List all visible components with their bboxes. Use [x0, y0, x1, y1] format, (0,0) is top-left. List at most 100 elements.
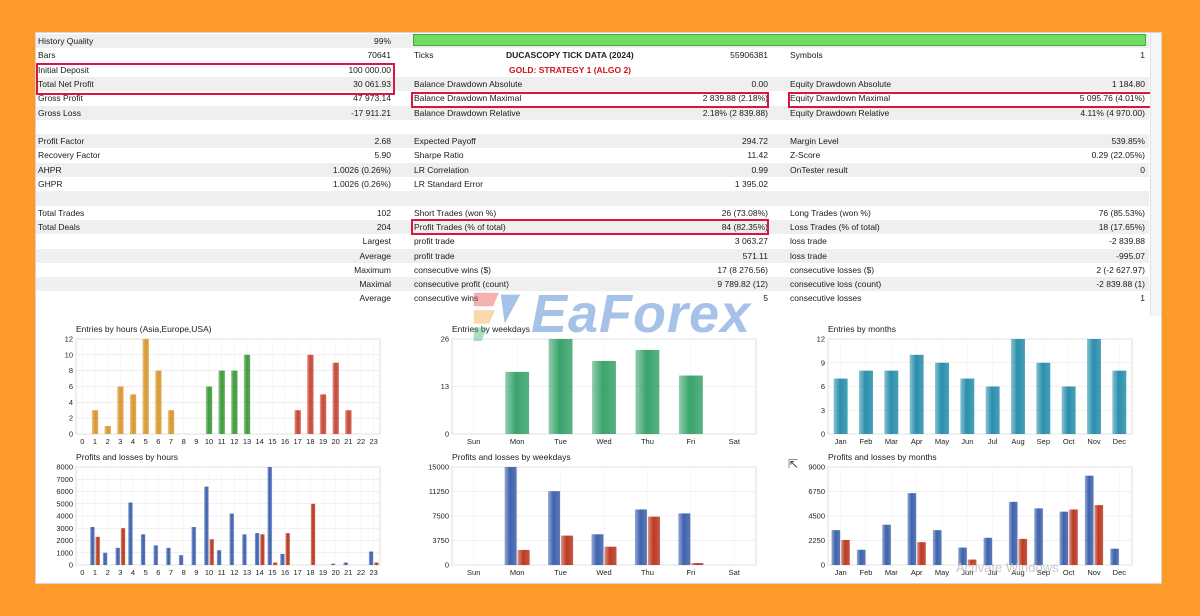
- x-tick-label: Aug: [1011, 437, 1024, 446]
- x-tick-label: 17: [293, 437, 301, 446]
- data-bar: [254, 533, 260, 565]
- chart-title: Entries by weekdays: [452, 324, 530, 334]
- x-tick-label: Sun: [467, 437, 480, 446]
- data-bar: [678, 513, 691, 565]
- y-tick-label: 0: [445, 430, 449, 439]
- stat-value: 0.29 (22.05%): [1091, 150, 1145, 161]
- data-bar: [548, 339, 573, 434]
- stats-row: Gross Profit 47 973.14 Balance Drawdown Ma…: [36, 91, 1149, 105]
- stats-row: Maximal consecutive profit (count) 9 789.8…: [36, 277, 1149, 292]
- data-bar: [120, 528, 126, 565]
- stat-value: 5: [763, 293, 768, 304]
- stat-value: 0: [1140, 164, 1145, 175]
- stats-row: GHPR 1.0026 (0.26%) LR Standard Error 1 395…: [36, 177, 1149, 191]
- activation-watermark: Activate Windows: [956, 560, 1059, 575]
- y-tick-label: 0: [821, 561, 825, 570]
- x-tick-label: May: [935, 437, 949, 446]
- data-bar: [343, 562, 348, 565]
- y-tick-label: 9000: [808, 463, 825, 472]
- y-tick-label: 3: [821, 406, 825, 415]
- x-tick-label: 4: [131, 437, 135, 446]
- data-bar: [960, 378, 975, 434]
- stat-value: 539.85%: [1111, 136, 1145, 147]
- data-bar: [218, 370, 225, 434]
- stats-row: Average profit trade 571.11 loss trade -995.…: [36, 248, 1149, 263]
- data-bar: [1112, 370, 1127, 434]
- x-tick-label: 15: [268, 568, 276, 577]
- x-tick-label: Apr: [911, 568, 923, 577]
- x-tick-label: Mon: [510, 437, 525, 446]
- stat-value: 2.18% (2 839.88): [702, 107, 768, 118]
- stat-label: Maximum: [354, 264, 391, 275]
- data-bar: [191, 527, 196, 565]
- mouse-cursor-icon: ⇱: [788, 457, 799, 471]
- x-tick-label: Thu: [641, 437, 654, 446]
- data-bar: [280, 553, 285, 565]
- x-tick-label: 23: [369, 568, 377, 577]
- data-bar: [1034, 508, 1043, 565]
- x-tick-label: Nov: [1087, 568, 1101, 577]
- data-bar: [153, 545, 158, 565]
- x-tick-label: 22: [357, 568, 365, 577]
- stat-value: 76 (85.53%): [1098, 207, 1145, 218]
- x-tick-label: Wed: [596, 437, 611, 446]
- y-tick-label: 12: [817, 335, 825, 344]
- x-tick-label: Sat: [729, 437, 741, 446]
- y-tick-label: 15000: [428, 463, 449, 472]
- stat-value: 1: [1140, 293, 1145, 304]
- stat-value: 0.00: [751, 78, 768, 89]
- data-bar: [209, 539, 214, 565]
- data-bar: [517, 549, 530, 565]
- stat-value: 70641: [367, 50, 391, 61]
- x-tick-label: Mar: [885, 568, 898, 577]
- x-tick-label: 17: [293, 568, 301, 577]
- x-tick-label: Tue: [554, 437, 567, 446]
- stats-row: Total Net Profit 30 061.93 Balance Drawdow…: [36, 76, 1149, 92]
- x-tick-label: 10: [205, 568, 213, 577]
- data-bar: [368, 551, 374, 565]
- stats-row: AHPR 1.0026 (0.26%) LR Correlation 0.99 OnTe…: [36, 162, 1149, 177]
- y-tick-label: 3750: [432, 536, 449, 545]
- data-bar: [216, 550, 222, 565]
- data-bar: [591, 534, 604, 565]
- stat-value: 4.11% (4 970.00): [1080, 107, 1145, 118]
- stat-label: Average: [359, 250, 391, 261]
- data-bar: [592, 360, 616, 434]
- y-tick-label: 11250: [429, 487, 449, 496]
- data-bar: [102, 552, 108, 565]
- data-bar: [104, 426, 111, 434]
- stat-value: 2.68: [374, 136, 391, 147]
- x-tick-label: 0: [80, 568, 84, 577]
- x-tick-label: 6: [156, 568, 160, 577]
- data-bar: [140, 534, 146, 565]
- vertical-scrollbar[interactable]: [1150, 33, 1161, 316]
- data-bar: [142, 339, 149, 434]
- stat-value: 1: [1140, 50, 1145, 61]
- data-bar: [242, 534, 247, 565]
- data-bar: [678, 375, 703, 434]
- data-bar: [166, 547, 171, 565]
- stat-value: 3 063.27: [734, 236, 768, 247]
- x-tick-label: 4: [131, 568, 135, 577]
- y-tick-label: 4: [69, 398, 73, 407]
- data-bar: [231, 370, 238, 434]
- chart-entries-by-months: Entries by months 0 3 6 9 12 Jan Feb Mar Apr May Ju…: [798, 323, 1138, 448]
- data-bar: [548, 491, 561, 565]
- y-tick-label: 4500: [808, 512, 825, 521]
- x-tick-label: 20: [331, 437, 339, 446]
- chart-title: Profits and losses by hours: [76, 452, 178, 462]
- y-tick-label: 0: [69, 430, 73, 439]
- data-bar: [205, 386, 213, 434]
- y-tick-label: 6750: [808, 487, 825, 496]
- data-bar: [90, 527, 95, 565]
- y-tick-label: 0: [69, 561, 73, 570]
- x-tick-label: Thu: [641, 568, 654, 577]
- x-tick-label: 7: [169, 437, 173, 446]
- stat-value: 9 789.82 (12): [717, 279, 768, 290]
- chart-profits-losses-by-weekdays: Profits and losses by weekdays 0 3750 7500 1…: [422, 451, 762, 579]
- x-tick-label: Sun: [467, 568, 480, 577]
- data-bar: [907, 493, 917, 565]
- x-tick-label: Feb: [860, 437, 873, 446]
- y-tick-label: 8000: [56, 463, 73, 472]
- data-bar: [647, 516, 660, 565]
